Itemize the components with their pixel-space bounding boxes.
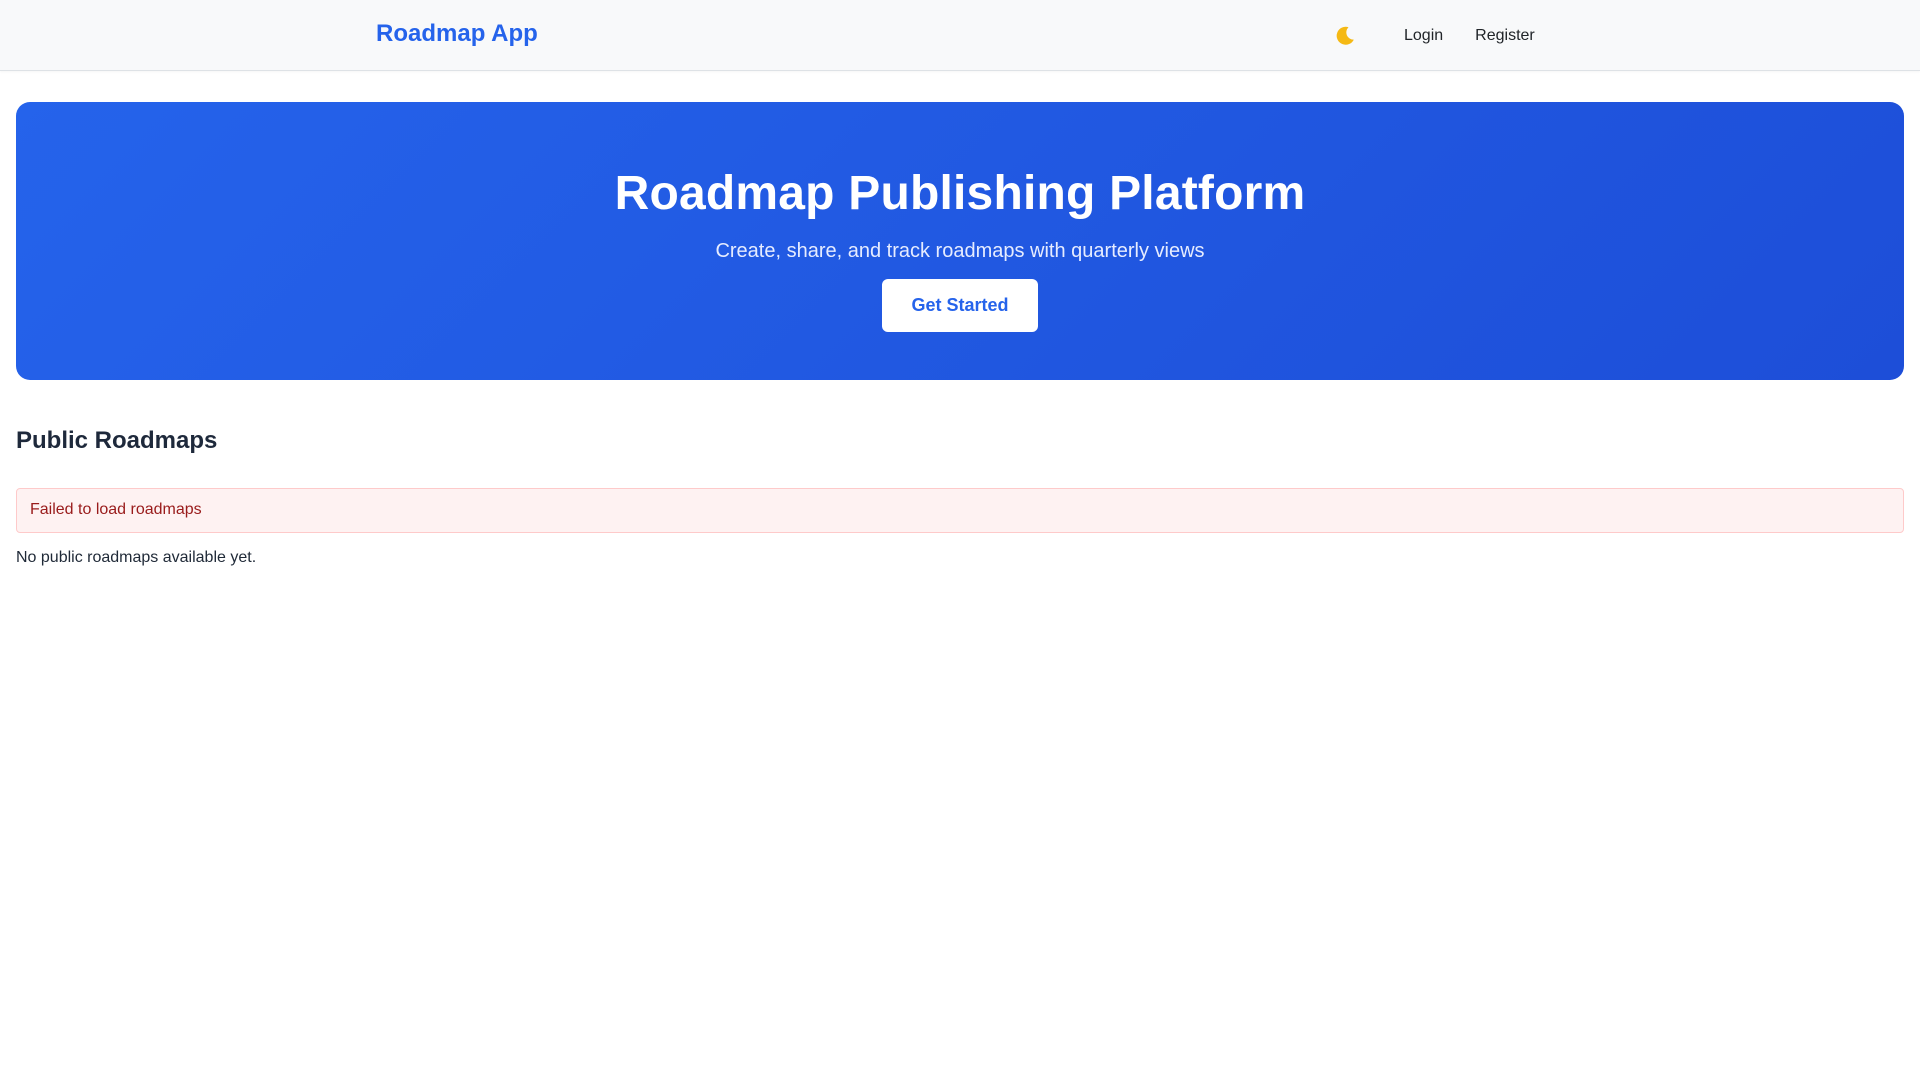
hero-title: Roadmap Publishing Platform — [614, 167, 1306, 220]
brand-logo-link[interactable]: Roadmap App — [376, 20, 538, 48]
hero-subtitle: Create, share, and track roadmaps with q… — [715, 240, 1205, 262]
login-link[interactable]: Login — [1388, 19, 1459, 53]
moon-icon — [1336, 26, 1354, 45]
empty-state-message: No public roadmaps available yet. — [16, 549, 257, 566]
get-started-button[interactable]: Get Started — [882, 279, 1038, 332]
nav-actions: Login Register — [1320, 0, 1551, 71]
theme-toggle-button[interactable] — [1320, 16, 1370, 56]
section-title: Public Roadmaps — [16, 427, 218, 454]
error-message: Failed to load roadmaps — [30, 501, 202, 518]
top-navbar: Roadmap App Login Register — [0, 0, 1920, 71]
error-alert: Failed to load roadmaps — [16, 488, 1904, 533]
register-link[interactable]: Register — [1459, 19, 1551, 53]
hero-banner: Roadmap Publishing Platform Create, shar… — [16, 102, 1904, 380]
